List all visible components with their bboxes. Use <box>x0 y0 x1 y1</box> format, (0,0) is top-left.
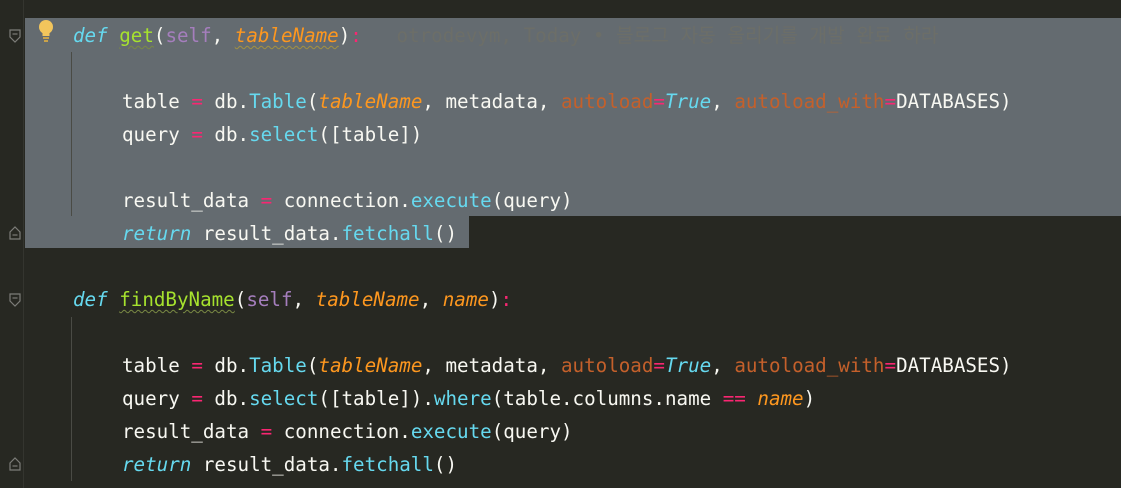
code-line: return result_data.fetchall() <box>122 222 458 245</box>
fold-end-icon[interactable] <box>9 457 21 471</box>
function-name-findbyname[interactable]: findByName <box>119 288 235 311</box>
indent-guide <box>71 52 72 216</box>
git-blame-annotation: otrodevym, Today • 블로그 자동 올리기를 개발 완료 하라 <box>396 24 939 47</box>
code-line: query = db.select([table]) <box>122 123 423 146</box>
code-line: result_data = connection.execute(query) <box>122 420 573 443</box>
code-line: table = db.Table(tableName, metadata, au… <box>122 90 1012 113</box>
code-line: result_data = connection.execute(query) <box>122 189 573 212</box>
gutter-divider <box>23 0 24 488</box>
code-line: return result_data.fetchall() <box>122 453 458 476</box>
keyword-def: def <box>73 288 108 311</box>
code-line: table = db.Table(tableName, metadata, au… <box>122 354 1012 377</box>
fold-end-icon[interactable] <box>9 226 21 240</box>
editor-gutter <box>0 0 25 488</box>
code-editor[interactable]: def get(self, tableName): otrodevym, Tod… <box>0 0 1121 488</box>
keyword-def: def <box>73 24 108 47</box>
indent-guide <box>71 317 72 481</box>
code-line-def-get: def get(self, tableName): otrodevym, Tod… <box>73 24 939 47</box>
fold-icon[interactable] <box>9 293 21 307</box>
function-name-get[interactable]: get <box>119 24 154 47</box>
fold-icon[interactable] <box>9 29 21 43</box>
param-tablename: tableName <box>234 24 339 47</box>
lightbulb-icon[interactable] <box>37 19 55 43</box>
code-line: query = db.select([table]).where(table.c… <box>122 387 816 410</box>
code-line-def-findbyname: def findByName(self, tableName, name): <box>73 288 513 311</box>
